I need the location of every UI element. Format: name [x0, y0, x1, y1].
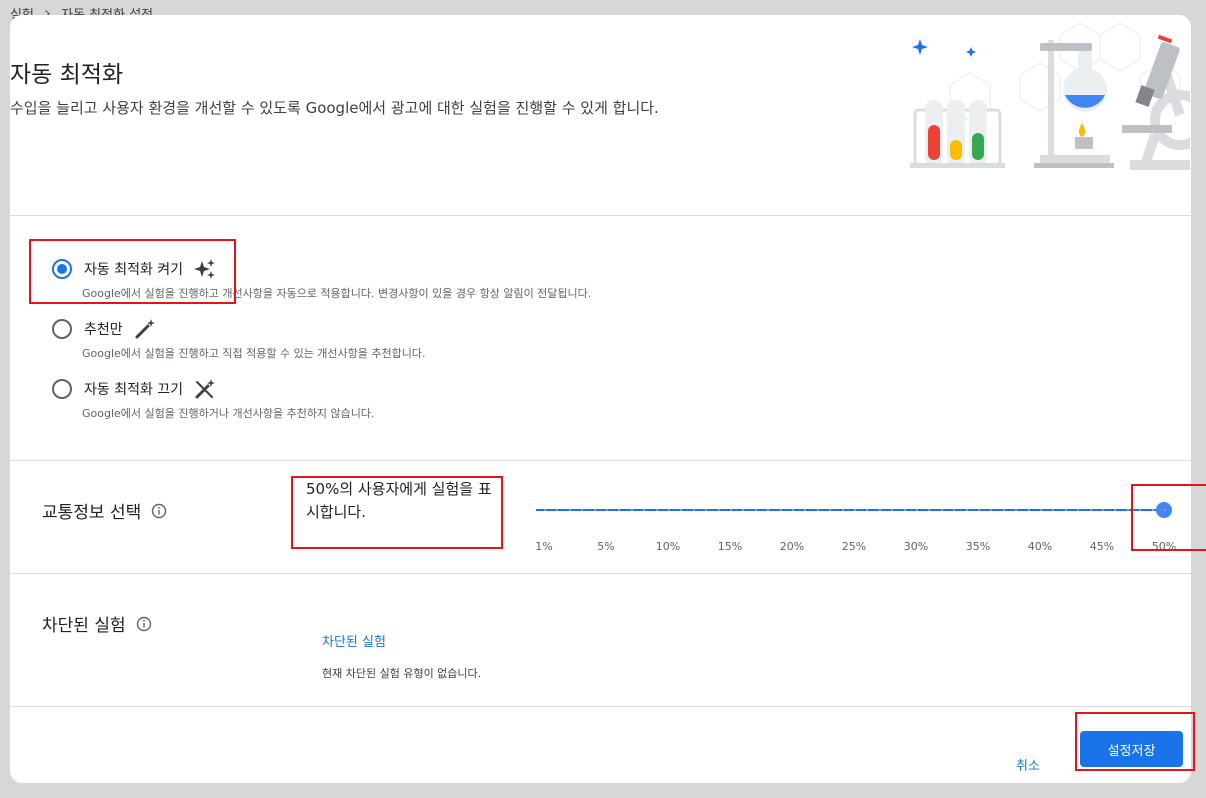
slider-tick-mark [916, 509, 918, 511]
page-title: 자동 최적화 [10, 62, 124, 88]
slider-tick-mark [606, 509, 608, 511]
slider-tick-mark [1027, 509, 1030, 511]
slider-tick-mark [767, 509, 770, 511]
save-settings-button[interactable]: 설정저장 [1080, 731, 1183, 767]
slider-tick-mark [990, 509, 993, 511]
slider-tick-mark [978, 509, 980, 511]
slider-tick-mark [953, 509, 956, 511]
slider-tick-mark [593, 509, 596, 511]
option-recommend-only[interactable]: 추천만 [52, 317, 157, 341]
traffic-description: 50%의 사용자에게 실험을 표시합니다. [306, 480, 492, 521]
slider-tick-mark [1126, 509, 1129, 511]
slider-tick-mark [965, 509, 968, 511]
option-label: 자동 최적화 켜기 [84, 262, 184, 278]
page-subtitle: 수입을 늘리고 사용자 환경을 개선할 수 있도록 Google에서 광고에 대… [10, 99, 659, 117]
slider-tick-mark [878, 509, 881, 511]
slider-tick-mark [717, 509, 720, 511]
divider [10, 706, 1191, 707]
traffic-label: 교통정보 선택 [42, 503, 142, 523]
settings-card: 자동 최적화 수입을 늘리고 사용자 환경을 개선할 수 있도록 Google에… [10, 15, 1191, 783]
slider-tick-mark [1052, 509, 1055, 511]
slider-tick-mark [866, 509, 869, 511]
slider-tick-mark [643, 509, 646, 511]
slider-tick-mark [816, 509, 819, 511]
option-label: 자동 최적화 끄기 [84, 382, 184, 398]
slider-tick-mark [544, 509, 546, 511]
option-description: Google에서 실험을 진행하고 개선사항을 자동으로 적용합니다. 변경사항… [82, 287, 592, 300]
traffic-section-label: 교통정보 선택 [42, 498, 167, 523]
radio-auto-on[interactable] [52, 259, 72, 279]
slider-tick-mark [779, 509, 782, 511]
slider-tick-label: 15% [717, 540, 743, 553]
slider-tick-label: 25% [841, 540, 867, 553]
blocked-section-label: 차단된 실험 [42, 611, 152, 636]
slider-tick-label: 20% [779, 540, 805, 553]
slider-tick-mark [928, 509, 931, 511]
slider-tick-label: 45% [1089, 540, 1115, 553]
slider-tick-mark [1114, 509, 1117, 511]
slider-tick-mark [568, 509, 571, 511]
slider-tick-mark [1015, 509, 1018, 511]
slider-tick-mark [692, 509, 695, 511]
slider-tick-label: 40% [1027, 540, 1053, 553]
slider-tick-mark [829, 509, 832, 511]
slider-tick-label: 10% [655, 540, 681, 553]
slider-tick-mark [854, 509, 856, 511]
magic-wand-icon [135, 319, 155, 339]
slider-tick-mark [630, 509, 633, 511]
slider-tick-mark [680, 509, 683, 511]
option-label: 추천만 [84, 322, 123, 338]
slider-tick-mark [1002, 509, 1005, 511]
slider-tick-mark [1151, 509, 1154, 511]
traffic-slider[interactable]: 1% 5% 10% 15% 20% 25% 30% 35% 40% 45% 50% [535, 502, 1176, 569]
sparkle-icon [194, 259, 216, 279]
slider-tick-mark [581, 509, 584, 511]
slider-tick-mark [1040, 509, 1042, 511]
slider-tick-mark [1102, 509, 1104, 511]
cancel-button[interactable]: 취소 [1016, 755, 1040, 774]
info-icon[interactable] [136, 616, 152, 632]
slider-tick-mark [792, 509, 794, 511]
slider-tick-mark [1064, 509, 1067, 511]
info-icon[interactable] [151, 503, 167, 519]
slider-tick-mark [903, 509, 906, 511]
radio-auto-off[interactable] [52, 379, 72, 399]
blocked-experiments-link[interactable]: 차단된 실험 [322, 631, 386, 650]
slider-tick-label: 5% [597, 540, 615, 553]
option-description: Google에서 실험을 진행하거나 개선사항을 추천하지 않습니다. [82, 407, 375, 420]
blocked-note: 현재 차단된 실험 유형이 없습니다. [322, 667, 482, 680]
slider-tick-mark [841, 509, 844, 511]
slider-tick-mark [1077, 509, 1080, 511]
magic-wand-off-icon [195, 379, 216, 399]
blocked-label: 차단된 실험 [42, 616, 126, 636]
slider-tick-label: 50% [1151, 540, 1177, 553]
divider [10, 573, 1191, 574]
slider-tick-mark [804, 509, 807, 511]
slider-tick-mark [556, 509, 559, 511]
slider-tick-mark [1089, 509, 1092, 511]
slider-tick-mark [705, 509, 708, 511]
slider-tick-mark [1139, 509, 1142, 511]
slider-tick-mark [940, 509, 943, 511]
slider-tick-label: 35% [965, 540, 991, 553]
slider-tick-mark [754, 509, 757, 511]
slider-tick-mark [618, 509, 621, 511]
slider-tick-label: 30% [903, 540, 929, 553]
option-description: Google에서 실험을 진행하고 직접 적용할 수 있는 개선사항을 추천합니… [82, 347, 426, 360]
divider [10, 460, 1191, 461]
option-auto-on[interactable]: 자동 최적화 켜기 [52, 257, 217, 281]
slider-tick-label: 1% [535, 540, 553, 553]
divider [10, 215, 1191, 216]
slider-tick-mark [891, 509, 894, 511]
slider-tick-mark [730, 509, 732, 511]
slider-tick-mark [655, 509, 658, 511]
slider-tick-mark [742, 509, 745, 511]
lab-illustration-icon [910, 22, 1190, 170]
slider-tick-mark [1164, 509, 1166, 511]
option-auto-off[interactable]: 자동 최적화 끄기 [52, 377, 217, 401]
slider-tick-mark [668, 509, 670, 511]
radio-recommend-only[interactable] [52, 319, 72, 339]
